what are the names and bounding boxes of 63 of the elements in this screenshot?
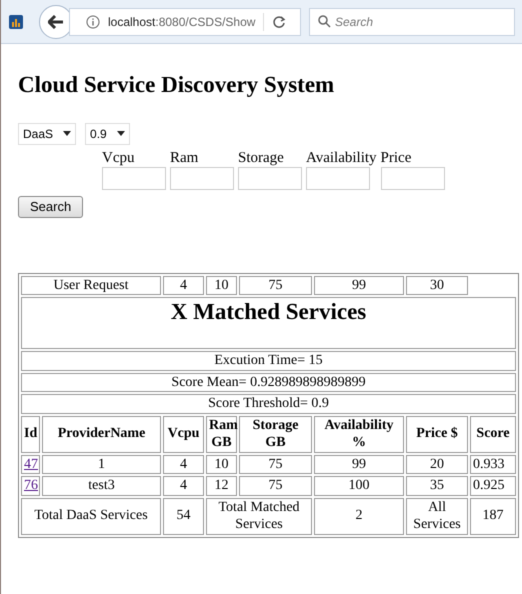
field-label: Ram: [170, 148, 198, 166]
field-label: Vcpu: [102, 148, 134, 166]
input-field[interactable]: [102, 166, 166, 190]
field-label: Availability: [306, 148, 377, 166]
column-header: Vcpu: [163, 416, 204, 452]
table-cell: 54: [163, 498, 204, 534]
column-header: Price $: [406, 416, 468, 452]
table-cell: All Services: [406, 498, 468, 534]
table-cell: Total Matched Services: [206, 498, 312, 534]
table-title: X Matched Services: [21, 297, 516, 349]
table-cell: Total DaaS Services: [21, 498, 162, 534]
table-cell: 100: [314, 476, 404, 496]
table-cell: 187: [470, 498, 516, 534]
search-placeholder: Search: [335, 14, 374, 30]
column-header: Availability %: [314, 416, 404, 452]
table-cell: 4: [163, 476, 204, 496]
info-icon: [86, 14, 100, 28]
table-cell: 10: [206, 276, 238, 295]
field-label: Storage: [238, 148, 284, 166]
column-header: Score: [470, 416, 516, 452]
input-field[interactable]: [170, 166, 234, 190]
input-field[interactable]: [238, 166, 302, 190]
table-cell: 2: [314, 498, 404, 534]
table-cell: 99: [314, 454, 404, 474]
table-cell: test3: [42, 476, 162, 496]
field-label: Price: [380, 148, 412, 166]
table-cell: 75: [239, 276, 312, 295]
search-icon: [318, 15, 331, 28]
table-cell: 30: [406, 276, 468, 295]
input-field[interactable]: [306, 166, 370, 190]
search-button[interactable]: Search: [18, 196, 84, 218]
caret-icon: [116, 131, 125, 136]
column-header: Ram GB: [206, 416, 238, 452]
column-header: Storage GB: [239, 416, 312, 452]
table-cell: 20: [406, 454, 468, 474]
input-field[interactable]: [380, 166, 445, 190]
column-header: ProviderName: [42, 416, 162, 452]
app-icon: [9, 14, 23, 28]
url-text: localhost:8080/CSDS/Show: [108, 14, 256, 30]
back-arrow-icon: [48, 14, 64, 28]
address-bar[interactable]: localhost:8080/CSDS/Show: [69, 8, 301, 36]
table-cell: 35: [406, 476, 468, 496]
search-field[interactable]: Search: [309, 8, 516, 36]
table-cell: Score Threshold= 0.9: [21, 394, 516, 414]
page-heading: Cloud Service Discovery System: [18, 71, 336, 99]
reload-icon[interactable]: [272, 14, 286, 28]
table-cell: 75: [239, 454, 312, 474]
table-cell: 4: [163, 454, 204, 474]
table-cell: User Request: [21, 276, 162, 295]
column-header: Id: [21, 416, 40, 452]
table-cell: 0.933: [470, 454, 516, 474]
table-cell: Score Mean= 0.928989898989899: [21, 372, 516, 392]
table-cell: 4: [163, 276, 204, 295]
table-cell: 75: [239, 476, 312, 496]
table-cell: 1: [42, 454, 162, 474]
table-cell: Excution Time= 15: [21, 351, 516, 370]
table-cell: 99: [314, 276, 404, 295]
table-cell: 10: [206, 454, 238, 474]
caret-icon: [63, 131, 72, 136]
dropdown[interactable]: 0.9: [85, 122, 130, 144]
table-cell: 0.925: [470, 476, 516, 496]
dropdown[interactable]: DaaS: [18, 122, 76, 144]
table-cell: 12: [206, 476, 238, 496]
